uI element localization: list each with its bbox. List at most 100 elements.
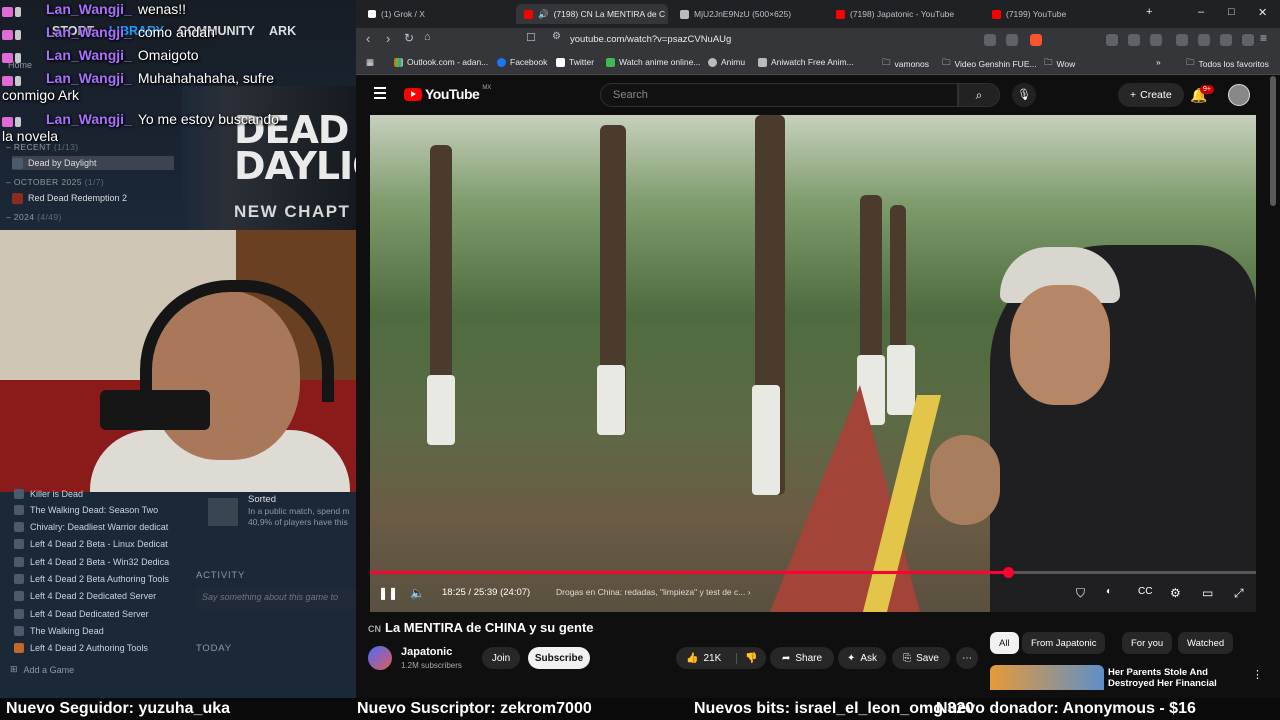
create-button[interactable]: + Create: [1118, 83, 1184, 107]
share-button[interactable]: ➦ Share: [770, 647, 834, 669]
more-actions-icon[interactable]: ⋯: [956, 647, 978, 669]
chip-from-japatonic[interactable]: From Japatonic: [1022, 632, 1106, 654]
adblock-shield-icon[interactable]: ⛉: [1076, 586, 1085, 601]
chat-text: wenas!!: [137, 1, 187, 17]
library-item[interactable]: Killer is Dead: [14, 489, 83, 499]
library-item[interactable]: Left 4 Dead 2 Beta - Linux Dedicat: [14, 539, 168, 549]
page-scrollbar[interactable]: [1270, 76, 1276, 206]
theater-mode-icon[interactable]: ▭: [1202, 586, 1213, 600]
library-item[interactable]: Left 4 Dead 2 Authoring Tools: [14, 643, 148, 653]
bookmark-outlook[interactable]: Outlook.com - adan...: [394, 57, 488, 67]
library-item-dead-by-daylight[interactable]: Dead by Daylight: [12, 156, 174, 170]
channel-avatar[interactable]: [368, 646, 392, 670]
settings-icon[interactable]: ⚙: [1170, 586, 1181, 600]
scrubber-handle[interactable]: [1002, 567, 1014, 578]
bookmark-watch-anime[interactable]: Watch anime online...: [606, 57, 700, 67]
ask-button[interactable]: ✦ Ask: [838, 647, 886, 669]
bookmark-facebook[interactable]: Facebook: [497, 57, 547, 67]
like-button[interactable]: 👍 21K 👎: [676, 647, 766, 669]
tab-youtube[interactable]: (7199) YouTube: [984, 4, 1134, 24]
bookmark-folder-genshin[interactable]: 🗀 Video Genshin FUE...: [942, 57, 1037, 71]
wallet-icon[interactable]: [1220, 34, 1232, 46]
tab-image[interactable]: MjU2JnE9NzU (500×625): [672, 4, 822, 24]
autoplay-toggle[interactable]: ◐: [1106, 586, 1112, 597]
music-icon[interactable]: [1176, 34, 1188, 46]
reload-icon[interactable]: ↻: [404, 31, 414, 45]
new-tab-button[interactable]: +: [1146, 6, 1152, 18]
search-input[interactable]: Search: [600, 83, 958, 107]
menu-icon[interactable]: ≡: [1260, 31, 1267, 45]
site-info-icon[interactable]: ⚙: [552, 31, 561, 42]
bookmark-animu[interactable]: Animu: [708, 57, 745, 67]
chevron-right-icon[interactable]: »: [1156, 57, 1161, 67]
bookmark-folder-wow[interactable]: 🗀 Wow: [1044, 57, 1075, 71]
steam-nav-ark[interactable]: ARK: [269, 24, 296, 38]
channel-name[interactable]: Japatonic: [401, 646, 452, 658]
brave-shield-icon[interactable]: [1030, 34, 1042, 46]
forward-icon[interactable]: ›: [386, 31, 390, 46]
recommended-title[interactable]: Her Parents Stole And Destroyed Her Fina…: [1108, 667, 1248, 689]
bookmark-aniwatch[interactable]: Aniwatch Free Anim...: [758, 57, 854, 67]
microphone-icon[interactable]: 🎙: [1012, 83, 1036, 107]
extension-icon[interactable]: [1106, 34, 1118, 46]
fullscreen-icon[interactable]: ⤢: [1234, 586, 1244, 601]
back-icon[interactable]: ‹: [366, 31, 370, 46]
extension-icon[interactable]: [1128, 34, 1140, 46]
maximize-icon[interactable]: □: [1228, 6, 1235, 18]
video-player[interactable]: [370, 115, 1256, 612]
section-october-2025[interactable]: – OCTOBER 2025 (1/7): [6, 177, 104, 187]
chip-all[interactable]: All: [990, 632, 1019, 654]
section-2024[interactable]: – 2024 (4/49): [6, 212, 62, 222]
chapter-title[interactable]: Drogas en China: redadas, "limpieza" y t…: [556, 587, 751, 597]
all-bookmarks[interactable]: 🗀 Todos los favoritos: [1186, 57, 1269, 71]
library-item[interactable]: The Walking Dead: Season Two: [14, 505, 158, 515]
install-icon[interactable]: [984, 34, 996, 46]
library-item[interactable]: Left 4 Dead 2 Beta - Win32 Dedica: [14, 557, 169, 567]
time-display: 18:25 / 25:39 (24:07): [442, 587, 531, 598]
bookmark-icon[interactable]: ☐: [526, 31, 536, 44]
apps-icon[interactable]: ▦: [366, 57, 374, 68]
share-icon[interactable]: [1006, 34, 1018, 46]
library-item-label: The Walking Dead: Season Two: [30, 505, 159, 515]
search-icon[interactable]: ⌕: [958, 83, 1000, 107]
recommended-thumbnail[interactable]: [990, 665, 1104, 690]
tab-japatonic[interactable]: (7198) Japatonic - YouTube: [828, 4, 978, 24]
chip-watched[interactable]: Watched: [1178, 632, 1234, 654]
volume-icon[interactable]: 🔈: [410, 586, 425, 600]
activity-input[interactable]: Say something about this game to: [196, 588, 356, 610]
hamburger-icon[interactable]: [374, 87, 386, 102]
game-icon: [14, 557, 24, 567]
bookmark-twitter[interactable]: Twitter: [556, 57, 594, 67]
more-vert-icon[interactable]: ⋮: [1252, 668, 1263, 681]
bookmark-folder-vamonos[interactable]: 🗀 vamonos: [882, 57, 929, 71]
add-game-button[interactable]: ⊞ Add a Game: [10, 664, 74, 675]
create-label: Create: [1140, 89, 1172, 101]
thumbs-down-icon[interactable]: 👎: [736, 652, 758, 664]
pause-icon[interactable]: ❚❚: [378, 586, 398, 600]
library-item[interactable]: Chivalry: Deadliest Warrior dedicat: [14, 522, 168, 532]
library-item[interactable]: Left 4 Dead Dedicated Server: [14, 609, 149, 619]
captions-icon[interactable]: CC: [1138, 586, 1152, 597]
sidebar-icon[interactable]: [1198, 34, 1210, 46]
tab-grok[interactable]: (1) Grok / X: [360, 4, 510, 24]
progress-bar[interactable]: [370, 567, 1256, 578]
youtube-logo[interactable]: YouTube MX: [404, 85, 491, 102]
extension-icon[interactable]: [1150, 34, 1162, 46]
subscribe-button[interactable]: Subscribe: [528, 647, 590, 669]
tab-video[interactable]: 🔊 (7198) CN La MENTIRA de C: [516, 4, 668, 24]
youtube-icon: [836, 9, 845, 19]
join-button[interactable]: Join: [482, 647, 520, 669]
close-icon[interactable]: ✕: [1258, 6, 1267, 19]
avatar[interactable]: [1228, 84, 1250, 106]
library-item[interactable]: The Walking Dead: [14, 626, 104, 636]
home-icon[interactable]: ⌂: [424, 31, 431, 43]
library-item-rdr2[interactable]: Red Dead Redemption 2: [12, 191, 174, 205]
save-button[interactable]: ⎘ Save: [892, 647, 950, 669]
minimize-icon[interactable]: –: [1198, 6, 1204, 18]
library-item[interactable]: Left 4 Dead 2 Beta Authoring Tools: [14, 574, 169, 584]
chip-for-you[interactable]: For you: [1122, 632, 1173, 654]
chat-text: Muhahahahaha, sufre: [137, 70, 275, 86]
url-field[interactable]: youtube.com/watch?v=psazCVNuAUg: [570, 34, 731, 45]
library-item[interactable]: Left 4 Dead 2 Dedicated Server: [14, 591, 156, 601]
vpn-icon[interactable]: [1242, 34, 1254, 46]
